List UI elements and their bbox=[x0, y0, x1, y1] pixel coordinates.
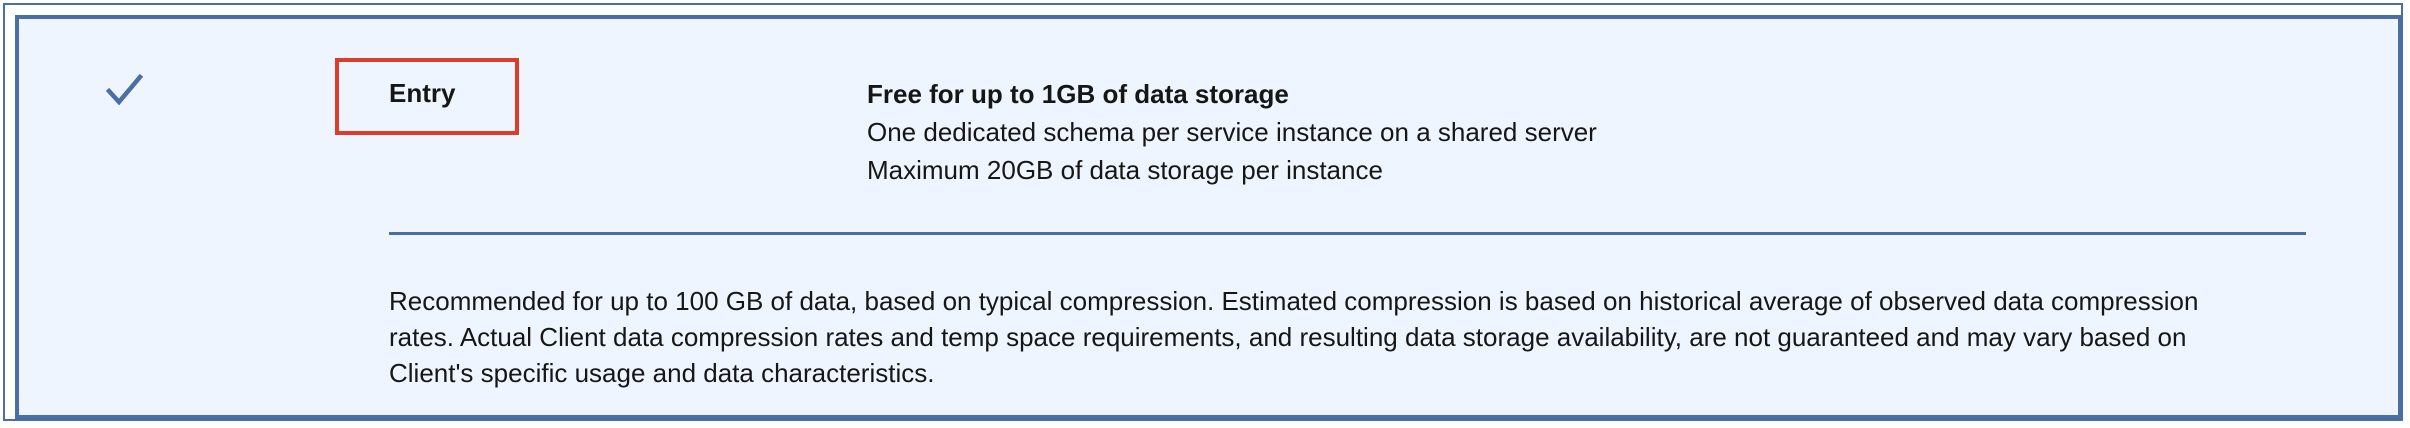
pricing-plan-row: Entry Free for up to 1GB of data storage… bbox=[3, 3, 2403, 421]
feature-max-storage: Maximum 20GB of data storage per instanc… bbox=[867, 155, 1383, 185]
divider bbox=[389, 232, 2306, 235]
plan-features: Free for up to 1GB of data storage One d… bbox=[867, 75, 1597, 189]
plan-footnote: Recommended for up to 100 GB of data, ba… bbox=[389, 286, 2199, 388]
plan-tile-entry[interactable]: Entry Free for up to 1GB of data storage… bbox=[15, 15, 2402, 419]
checkmark-icon bbox=[105, 73, 144, 106]
feature-schema: One dedicated schema per service instanc… bbox=[867, 117, 1597, 147]
feature-storage-free: Free for up to 1GB of data storage bbox=[867, 79, 1289, 109]
plan-name: Entry bbox=[389, 78, 456, 108]
